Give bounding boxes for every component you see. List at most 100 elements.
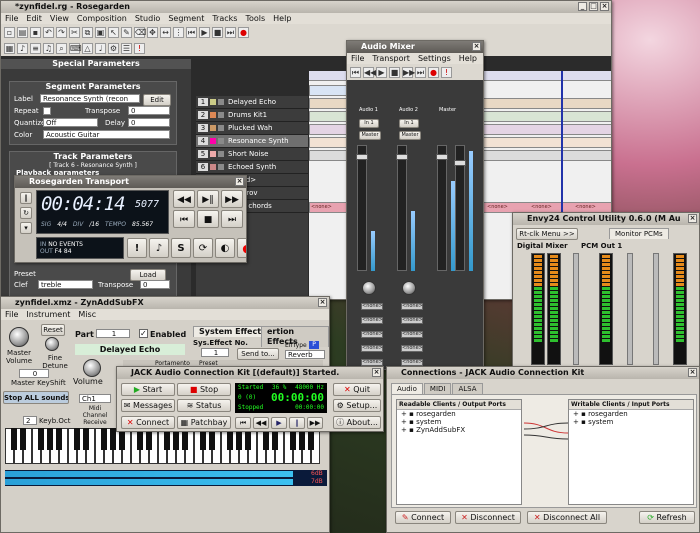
- track-record-led[interactable]: [218, 112, 224, 118]
- plugin-slot[interactable]: <none>: [401, 359, 423, 366]
- plugin-slot[interactable]: <none>: [401, 331, 423, 338]
- virtual-keyboard[interactable]: [5, 428, 327, 466]
- menu-composition[interactable]: Composition: [77, 13, 127, 24]
- fader-handle[interactable]: [396, 154, 408, 160]
- quit-button[interactable]: ✕ Quit: [333, 383, 381, 396]
- track-mute-led[interactable]: [210, 125, 216, 131]
- mixer-menu-transport[interactable]: Transport: [372, 53, 410, 64]
- transport-stop-button[interactable]: ■: [197, 210, 219, 228]
- qjackctl-close-button[interactable]: ×: [372, 368, 381, 377]
- fader-handle[interactable]: [454, 160, 466, 166]
- pause-side-button[interactable]: ‖: [20, 192, 32, 204]
- piano-key-black[interactable]: [83, 428, 89, 450]
- transpose-spin[interactable]: 0: [128, 106, 170, 115]
- tab-monitor-pcms[interactable]: Monitor PCMs: [609, 228, 669, 239]
- volume-fader[interactable]: [454, 145, 466, 271]
- preset-p-button[interactable]: P: [309, 341, 319, 349]
- piano-key-black[interactable]: [20, 428, 26, 450]
- track-mute-led[interactable]: [210, 138, 216, 144]
- expand-side-button[interactable]: ▾: [20, 222, 32, 234]
- writable-client-item[interactable]: + ▪ system: [569, 418, 693, 426]
- forward-end-icon[interactable]: ⏭: [225, 26, 236, 38]
- mixer-menu-file[interactable]: File: [351, 53, 364, 64]
- send-to-button[interactable]: Send to...: [237, 348, 279, 360]
- rewind-button[interactable]: ◀◀: [173, 190, 195, 208]
- mixer-rewind-icon[interactable]: ◀◀: [363, 66, 376, 78]
- zyn-menu-file[interactable]: File: [5, 309, 18, 320]
- paste-icon[interactable]: ▣: [95, 26, 106, 38]
- qjack-play-button[interactable]: ▶: [271, 417, 287, 429]
- split-tool-icon[interactable]: ⋮: [173, 26, 184, 38]
- about-button[interactable]: ⓘ About...: [333, 416, 381, 429]
- piano-key-black[interactable]: [38, 428, 44, 450]
- output-select-audio1[interactable]: Master: [359, 131, 381, 140]
- menu-studio[interactable]: Studio: [135, 13, 160, 24]
- track-mute-led[interactable]: [210, 112, 216, 118]
- disconnect-all-button[interactable]: ✕ Disconnect All: [527, 511, 607, 524]
- readable-client-item[interactable]: + ▪ system: [397, 418, 521, 426]
- mixer-end-icon[interactable]: ⏭: [415, 66, 426, 78]
- track-record-led[interactable]: [218, 99, 224, 105]
- event-list-icon[interactable]: ≡: [30, 42, 41, 54]
- part-name-field[interactable]: Delayed Echo: [75, 344, 185, 355]
- tab-midi[interactable]: MIDI: [423, 383, 452, 394]
- stop-button[interactable]: ■ Stop: [177, 383, 231, 396]
- mixer-play-icon[interactable]: ▶: [376, 66, 387, 78]
- mixer-home-icon[interactable]: ⏮: [350, 66, 361, 78]
- volume-fader[interactable]: [396, 145, 408, 271]
- pcm-volume-slider[interactable]: [627, 253, 633, 365]
- rewind-start-icon[interactable]: ⏮: [186, 26, 197, 38]
- maximize-button[interactable]: □: [589, 2, 598, 11]
- track-row[interactable]: 1 Delayed Echo: [196, 96, 308, 109]
- fast-forward-button[interactable]: ▶▶: [221, 190, 243, 208]
- eraser-tool-icon[interactable]: ⌫: [134, 26, 146, 38]
- stop-all-sounds-button[interactable]: Stop ALL sounds!: [3, 391, 69, 404]
- plugin-slot[interactable]: <none>: [401, 317, 423, 324]
- copy-icon[interactable]: ⧉: [82, 26, 93, 38]
- pan-knob-audio2[interactable]: [402, 281, 416, 295]
- quantize-select[interactable]: Off: [43, 118, 98, 127]
- connect-button[interactable]: ✕ Connect: [121, 416, 175, 429]
- panic-button[interactable]: !: [127, 238, 147, 258]
- qjack-rewind-start-button[interactable]: ⏮: [235, 417, 251, 429]
- pcm-volume-slider[interactable]: [573, 253, 579, 365]
- track-row[interactable]: 6 Echoed Synth: [196, 161, 308, 174]
- move-tool-icon[interactable]: ✥: [147, 26, 158, 38]
- mixer-panic-icon[interactable]: !: [441, 66, 452, 78]
- transport-play-button[interactable]: ▶‖: [197, 190, 219, 208]
- panic-icon[interactable]: !: [134, 42, 145, 54]
- piano-key-black[interactable]: [101, 428, 107, 450]
- menu-view[interactable]: View: [50, 13, 69, 24]
- input-select-audio1[interactable]: In 1: [359, 119, 379, 128]
- volume-fader[interactable]: [436, 145, 448, 271]
- fader-handle[interactable]: [356, 154, 368, 160]
- mixer-stop-icon[interactable]: ■: [389, 66, 400, 78]
- tab-system-effects[interactable]: System Effects: [193, 326, 272, 337]
- pointer-tool-icon[interactable]: ↖: [108, 26, 119, 38]
- enabled-checkbox[interactable]: ✓: [139, 329, 148, 338]
- menu-tracks[interactable]: Tracks: [212, 13, 237, 24]
- transport-record-button[interactable]: ●: [237, 238, 246, 258]
- undo-icon[interactable]: ↶: [43, 26, 54, 38]
- track-record-led[interactable]: [218, 125, 224, 131]
- qjack-rewind-button[interactable]: ◀◀: [253, 417, 269, 429]
- new-file-icon[interactable]: ▫: [4, 26, 15, 38]
- redo-icon[interactable]: ↷: [56, 26, 67, 38]
- plugin-slot[interactable]: <none>: [361, 359, 383, 366]
- track-mute-led[interactable]: [210, 99, 216, 105]
- piano-key-black[interactable]: [47, 428, 53, 450]
- mixer-close-button[interactable]: ×: [472, 42, 481, 51]
- solo-button[interactable]: S: [171, 238, 191, 258]
- close-button[interactable]: ×: [600, 2, 609, 11]
- part-spin[interactable]: 1: [96, 329, 130, 338]
- stop-icon[interactable]: ■: [212, 26, 223, 38]
- mixer-record-icon[interactable]: ●: [428, 66, 439, 78]
- fader-handle[interactable]: [436, 154, 448, 160]
- plugin-slot[interactable]: <none>: [401, 345, 423, 352]
- matrix-editor-icon[interactable]: ▦: [4, 42, 15, 54]
- plugin-slot[interactable]: <none>: [361, 317, 383, 324]
- rewind-to-start-button[interactable]: ⏮: [173, 210, 195, 228]
- track-record-led[interactable]: [218, 164, 224, 170]
- piano-key-black[interactable]: [56, 428, 62, 450]
- loop-button[interactable]: ⟳: [193, 238, 213, 258]
